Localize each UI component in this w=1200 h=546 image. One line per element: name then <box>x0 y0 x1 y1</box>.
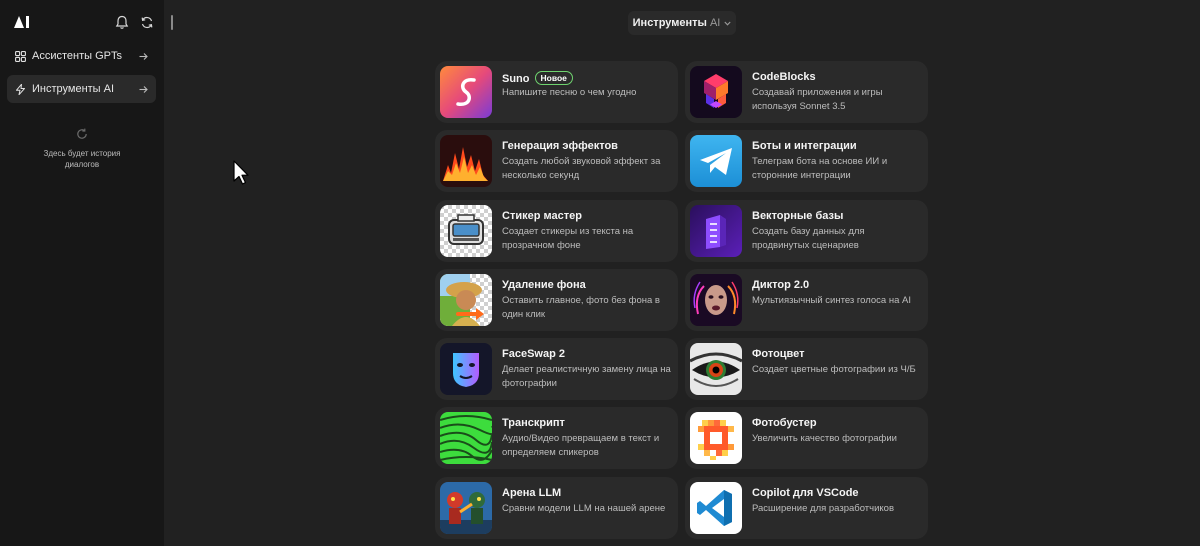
arrow-right-icon <box>139 85 148 93</box>
tool-card-sound-effects[interactable]: Генерация эффектов Создать любой звуково… <box>435 130 678 192</box>
vector-db-thumbnail <box>690 205 742 257</box>
tool-card-suno[interactable]: Suno Новое Напишите песню о чем угодно <box>435 61 678 123</box>
llm-arena-thumbnail <box>440 482 492 534</box>
grid-icon <box>15 50 26 62</box>
tool-title: Векторные базы <box>752 210 844 222</box>
suno-thumbnail <box>440 66 492 118</box>
tools-dropdown[interactable]: Инструменты AI <box>628 11 736 35</box>
tool-card-bots[interactable]: Боты и интеграции Телеграм бота на основ… <box>685 130 928 192</box>
tool-description: Создавай приложения и игры используя Son… <box>752 87 883 112</box>
logo-icon[interactable] <box>14 16 32 28</box>
tool-card-llm-arena[interactable]: Арена LLM Сравни модели LLM на нашей аре… <box>435 477 678 539</box>
telegram-icon <box>690 135 742 187</box>
tool-card-photocolor[interactable]: Фотоцвет Создает цветные фотографии из Ч… <box>685 338 928 400</box>
tool-description: Делает реалистичную замену лица на фотог… <box>502 364 671 389</box>
tool-description: Увеличить качество фотографии <box>752 433 897 444</box>
tool-title: Транскрипт <box>502 417 565 429</box>
pixel-icon <box>690 412 742 464</box>
tools-dropdown-label: Инструменты <box>632 17 707 29</box>
eye-icon <box>690 343 742 395</box>
tool-description: Мультиязычный синтез голоса на AI <box>752 295 911 306</box>
tool-card-transcript[interactable]: Транскрипт Аудио/Видео превращаем в текс… <box>435 407 678 469</box>
tool-title: Suno Новое <box>502 71 573 85</box>
waveform-icon <box>440 135 492 187</box>
tool-title: CodeBlocks <box>752 71 816 83</box>
tool-card-narrator[interactable]: Диктор 2.0 Мультиязычный синтез голоса н… <box>685 269 928 331</box>
history-empty-state: Здесь будет история диалогов <box>30 128 134 170</box>
sidebar-resize-handle[interactable] <box>171 15 173 30</box>
history-empty-text: Здесь будет история диалогов <box>43 149 121 169</box>
tool-title: Copilot для VSCode <box>752 487 859 499</box>
sound-effects-thumbnail <box>440 135 492 187</box>
tool-description: Создает цветные фотографии из Ч/Б <box>752 364 916 375</box>
bolt-icon <box>16 83 25 95</box>
tool-card-vector-db[interactable]: Векторные базы Создать базу данных для п… <box>685 200 928 262</box>
tool-title: Фотоцвет <box>752 348 805 360</box>
bell-icon[interactable] <box>115 15 129 30</box>
bg-removal-icon <box>440 274 492 326</box>
suno-icon <box>440 66 492 118</box>
faceswap-thumbnail <box>440 343 492 395</box>
tool-card-sticker[interactable]: Стикер мастер Создает стикеры из текста … <box>435 200 678 262</box>
database-icon <box>690 205 742 257</box>
tool-description: Аудио/Видео превращаем в текст и определ… <box>502 433 660 458</box>
tool-description: Оставить главное, фото без фона в один к… <box>502 295 660 320</box>
transcript-icon <box>440 412 492 464</box>
tool-card-copilot-vscode[interactable]: Copilot для VSCode Расширение для разраб… <box>685 477 928 539</box>
refresh-icon[interactable] <box>140 15 154 30</box>
arrow-right-icon <box>139 52 148 60</box>
narrator-thumbnail <box>690 274 742 326</box>
photobooster-thumbnail <box>690 412 742 464</box>
tool-description: Телеграм бота на основе ИИ и сторонние и… <box>752 156 888 181</box>
tool-title: Стикер мастер <box>502 210 582 222</box>
sidebar: Ассистенты GPTs Инструменты AI Здесь буд… <box>0 0 164 546</box>
robots-icon <box>440 482 492 534</box>
sidebar-top-bar <box>14 15 154 31</box>
sticker-thumbnail <box>440 205 492 257</box>
tool-title: Боты и интеграции <box>752 140 857 152</box>
tool-title: Генерация эффектов <box>502 140 618 152</box>
transcript-thumbnail <box>440 412 492 464</box>
new-badge: Новое <box>534 71 573 85</box>
tool-card-codeblocks[interactable]: CodeBlocks Создавай приложения и игры ис… <box>685 61 928 123</box>
tool-title: FaceSwap 2 <box>502 348 565 360</box>
bots-thumbnail <box>690 135 742 187</box>
bg-removal-thumbnail <box>440 274 492 326</box>
tool-description: Создать базу данных для продвинутых сцен… <box>752 226 865 251</box>
reload-icon <box>77 128 87 139</box>
photocolor-thumbnail <box>690 343 742 395</box>
sidebar-item-ai-tools[interactable]: Инструменты AI <box>7 75 156 103</box>
tool-card-bg-removal[interactable]: Удаление фона Оставить главное, фото без… <box>435 269 678 331</box>
sidebar-item-label: Ассистенты GPTs <box>32 50 122 62</box>
cubes-icon <box>690 66 742 118</box>
vscode-icon <box>690 482 742 534</box>
codeblocks-thumbnail <box>690 66 742 118</box>
sidebar-item-gpts[interactable]: Ассистенты GPTs <box>7 42 156 70</box>
tool-title-text: Suno <box>502 73 530 85</box>
tool-card-photobooster[interactable]: Фотобустер Увеличить качество фотографии <box>685 407 928 469</box>
mask-icon <box>440 343 492 395</box>
chevron-down-icon <box>724 21 731 26</box>
tool-title: Удаление фона <box>502 279 586 291</box>
tool-card-faceswap[interactable]: FaceSwap 2 Делает реалистичную замену ли… <box>435 338 678 400</box>
tool-description: Сравни модели LLM на нашей арене <box>502 503 666 514</box>
tool-description: Создать любой звуковой эффект за несколь… <box>502 156 661 181</box>
tool-title: Фотобустер <box>752 417 817 429</box>
mouse-cursor-icon <box>233 160 249 185</box>
sidebar-item-label: Инструменты AI <box>32 83 115 95</box>
tool-title: Диктор 2.0 <box>752 279 810 291</box>
tool-description: Создает стикеры из текста на прозрачном … <box>502 226 634 251</box>
tool-description: Расширение для разработчиков <box>752 503 894 514</box>
tools-dropdown-suffix: AI <box>709 17 721 29</box>
voice-face-icon <box>690 274 742 326</box>
tool-description: Напишите песню о чем угодно <box>502 87 637 98</box>
tool-title: Арена LLM <box>502 487 562 499</box>
sticker-icon <box>440 205 492 257</box>
copilot-vscode-thumbnail <box>690 482 742 534</box>
